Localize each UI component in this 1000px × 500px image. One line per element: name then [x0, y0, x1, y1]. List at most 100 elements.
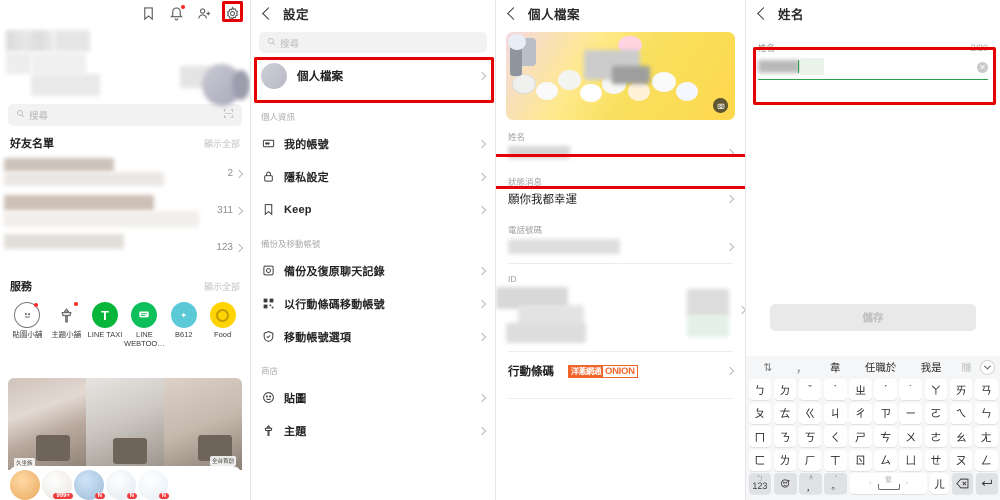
- key[interactable]: ㄇ: [748, 426, 772, 447]
- key[interactable]: ㄓ: [849, 379, 872, 400]
- advertisement-banner[interactable]: 久坐族 全台首創 999+ N N N: [8, 378, 242, 500]
- candidate-item[interactable]: 韋: [818, 360, 852, 375]
- sidebar-item-privacy[interactable]: 隱私設定: [251, 160, 495, 193]
- key[interactable]: ㄧ: [899, 402, 923, 424]
- service-item-line-webtoon[interactable]: LINE WEBTOO…: [124, 302, 165, 348]
- clear-circle-icon[interactable]: ✕: [977, 61, 988, 73]
- services-show-all-link[interactable]: 顯示全部: [204, 280, 240, 293]
- key[interactable]: ㄖ: [849, 449, 872, 471]
- key[interactable]: ㄌ: [773, 449, 797, 471]
- key[interactable]: ㄙ: [874, 449, 897, 471]
- key[interactable]: ㄡ: [949, 449, 973, 471]
- key[interactable]: ㄎ: [798, 426, 822, 447]
- bookmark-icon[interactable]: [141, 6, 156, 21]
- key[interactable]: ㄞ: [949, 379, 973, 400]
- candidate-item[interactable]: 任職於: [852, 360, 909, 375]
- candidate-item[interactable]: ⇅: [751, 361, 785, 374]
- back-icon[interactable]: [757, 7, 770, 20]
- key[interactable]: ㄜ: [924, 426, 948, 447]
- key[interactable]: ㄈ: [748, 449, 772, 471]
- key[interactable]: ㄊ: [773, 402, 797, 424]
- key[interactable]: ㄤ: [974, 426, 998, 447]
- key[interactable]: ㄨ: [899, 426, 923, 447]
- sticker-item[interactable]: 999+: [42, 470, 73, 500]
- back-icon[interactable]: [262, 7, 275, 20]
- key[interactable]: ㄏ: [798, 449, 822, 471]
- key[interactable]: ˊ: [874, 379, 897, 400]
- candidate-item[interactable]: 賺: [953, 360, 980, 375]
- bell-icon[interactable]: [169, 4, 185, 21]
- friends-show-all-link[interactable]: 顯示全部: [204, 137, 240, 150]
- list-item[interactable]: 2: [0, 155, 250, 192]
- settings-profile-row[interactable]: 個人檔案: [251, 53, 495, 99]
- key[interactable]: ㄕ: [849, 426, 872, 447]
- er-key[interactable]: ㄦ: [929, 473, 950, 494]
- key[interactable]: ㄚ: [924, 379, 948, 400]
- back-icon[interactable]: [507, 7, 520, 20]
- key[interactable]: ㄘ: [874, 426, 897, 447]
- prev-arrow-icon[interactable]: ‹: [869, 480, 871, 487]
- candidate-item[interactable]: 我是: [909, 360, 953, 375]
- sidebar-item-backup[interactable]: 備份及復原聊天記錄: [251, 254, 495, 287]
- space-key[interactable]: ‹ 繁 ›: [849, 473, 928, 494]
- emoji-icon[interactable]: [773, 473, 797, 494]
- sticker-item[interactable]: N: [106, 470, 137, 500]
- service-item-b612[interactable]: ✦ B612: [164, 302, 203, 348]
- key[interactable]: ㄒ: [823, 449, 847, 471]
- service-item-line-taxi[interactable]: T LINE TAXI: [86, 302, 125, 348]
- enter-icon[interactable]: [975, 473, 998, 494]
- key[interactable]: ㄝ: [924, 449, 948, 471]
- period-key[interactable]: ” 。: [824, 473, 848, 494]
- key[interactable]: ㄛ: [924, 402, 948, 424]
- profile-row-barcode[interactable]: 行動條碼 洋蔥網通 ONION: [496, 352, 745, 388]
- sidebar-item-stickers[interactable]: 貼圖: [251, 381, 495, 414]
- search-input[interactable]: 搜尋: [8, 104, 242, 126]
- scan-icon[interactable]: [223, 106, 234, 124]
- profile-cover-photo[interactable]: [506, 32, 735, 120]
- key[interactable]: ㄟ: [949, 402, 973, 424]
- sidebar-item-themes[interactable]: 主題: [251, 414, 495, 447]
- profile-row-id[interactable]: [496, 287, 745, 351]
- key[interactable]: ㄩ: [899, 449, 923, 471]
- sidebar-item-migrate-options[interactable]: 移動帳號選項: [251, 320, 495, 353]
- add-friend-icon[interactable]: [197, 6, 212, 21]
- list-item[interactable]: 311: [0, 192, 250, 229]
- sticker-item[interactable]: N: [74, 470, 105, 500]
- numeric-mode-key[interactable]: ㄅ 123: [748, 473, 772, 494]
- save-button[interactable]: 儲存: [770, 304, 976, 331]
- profile-row-phone[interactable]: [496, 239, 745, 263]
- sidebar-item-migrate-qr[interactable]: 以行動條碼移動帳號: [251, 287, 495, 320]
- key[interactable]: ㄋ: [773, 426, 797, 447]
- name-input[interactable]: ✕: [758, 54, 988, 80]
- key[interactable]: ㄔ: [849, 402, 872, 424]
- sidebar-item-my-account[interactable]: 我的帳號: [251, 127, 495, 160]
- key[interactable]: ㄐ: [823, 402, 847, 424]
- next-arrow-icon[interactable]: ›: [906, 480, 908, 487]
- key[interactable]: ㄠ: [949, 426, 973, 447]
- key[interactable]: ㄥ: [974, 449, 998, 471]
- sticker-item[interactable]: N: [138, 470, 169, 500]
- key[interactable]: ㄉ: [773, 379, 797, 400]
- camera-icon[interactable]: [713, 98, 728, 113]
- key[interactable]: ㄢ: [974, 379, 998, 400]
- key[interactable]: ㄑ: [823, 426, 847, 447]
- backspace-icon[interactable]: [951, 473, 974, 494]
- profile-row-name[interactable]: [496, 146, 745, 168]
- sticker-item[interactable]: [10, 470, 40, 500]
- candidate-item[interactable]: ，: [785, 360, 819, 376]
- key[interactable]: ˇ: [798, 379, 822, 400]
- key[interactable]: ㄅ: [748, 379, 772, 400]
- service-item-theme-shop[interactable]: 主題小舖: [47, 302, 86, 348]
- key[interactable]: ˋ: [823, 379, 847, 400]
- key[interactable]: ㄆ: [748, 402, 772, 424]
- service-item-food[interactable]: Food: [203, 302, 242, 348]
- profile-row-status[interactable]: 願你我都幸運: [496, 191, 745, 216]
- gear-icon[interactable]: [225, 5, 240, 21]
- key[interactable]: ㄍ: [798, 402, 822, 424]
- service-item-sticker-shop[interactable]: 貼圖小舖: [8, 302, 47, 348]
- list-item[interactable]: 123: [0, 229, 250, 266]
- key[interactable]: ㄣ: [974, 402, 998, 424]
- key[interactable]: ˙: [899, 379, 923, 400]
- settings-search-input[interactable]: 搜尋: [259, 32, 487, 53]
- sidebar-item-keep[interactable]: Keep: [251, 193, 495, 226]
